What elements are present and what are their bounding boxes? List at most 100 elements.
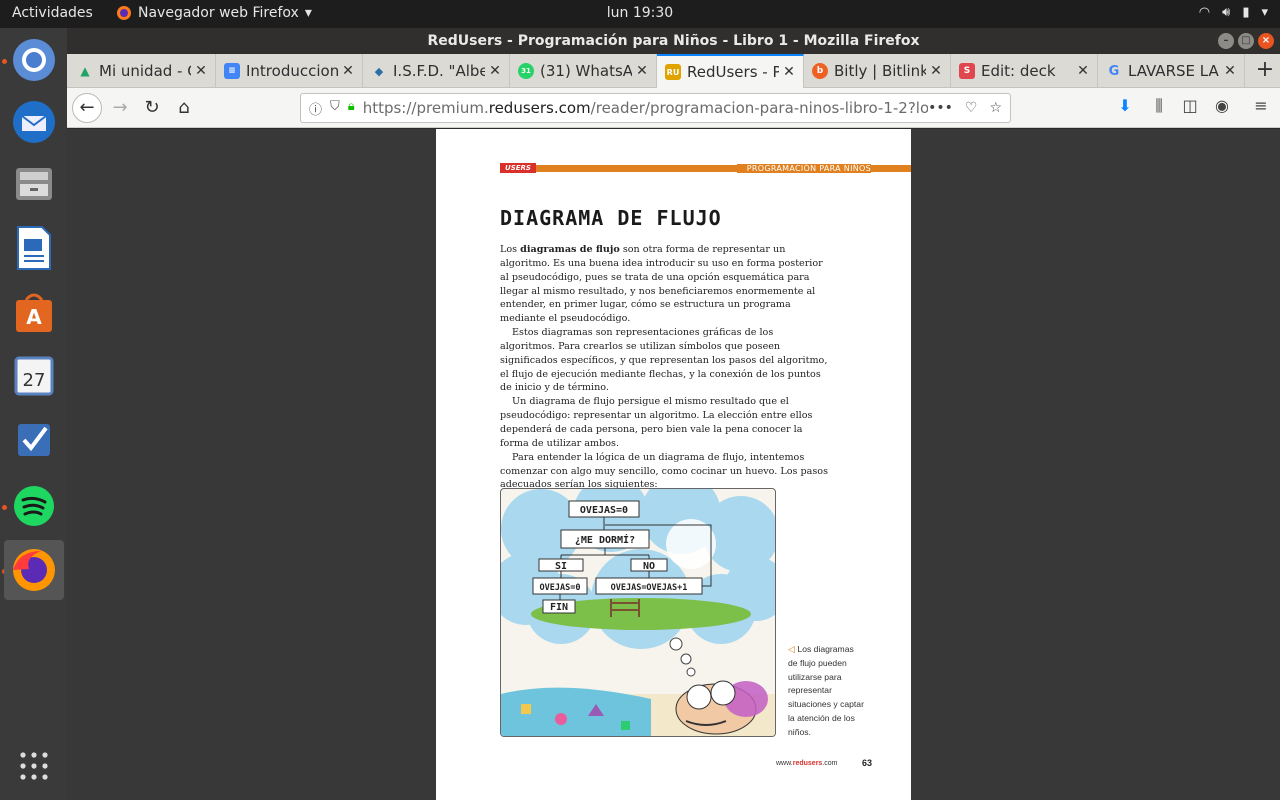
close-tab-icon[interactable]: ✕ — [779, 64, 799, 80]
downloads-icon[interactable]: ⬇ — [1113, 96, 1137, 115]
tracking-shield-icon[interactable]: ⛉ — [330, 99, 340, 118]
whatsapp-icon: 31 — [518, 63, 534, 79]
bookmark-star-icon[interactable]: ☆ — [989, 100, 1002, 116]
calendar-icon: 27 — [14, 356, 54, 396]
google-docs-icon: ≡ — [224, 63, 240, 79]
google-icon: G — [1108, 63, 1120, 79]
files-icon — [16, 168, 52, 200]
page-actions-icon[interactable]: ••• — [928, 100, 953, 116]
flowchart-cartoon: OVEJAS=0 ¿ME DORMÍ? SI NO OVEJAS=0 OVEJA… — [500, 488, 776, 737]
clock[interactable]: lun 19:30 — [607, 5, 673, 21]
info-icon[interactable]: ⓘ — [309, 99, 322, 118]
system-tray[interactable]: ◠ 🔊︎ ▮ ▾ — [1199, 5, 1268, 20]
reader-viewport[interactable]: USERS PROGRAMACIÓN PARA NIÑOS DIAGRAMA D… — [67, 129, 1280, 800]
close-window-button[interactable]: × — [1258, 33, 1274, 49]
svg-text:27: 27 — [23, 370, 46, 391]
cartoon-illustration: OVEJAS=0 ¿ME DORMÍ? SI NO OVEJAS=0 OVEJA… — [501, 489, 775, 736]
page-number: 63 — [862, 758, 873, 768]
sidebar-icon[interactable]: ◫ — [1178, 96, 1202, 115]
tab-edit-deck[interactable]: S Edit: deck ✕ — [951, 54, 1098, 88]
tab-label: Introduccion — [246, 62, 338, 80]
activities-button[interactable]: Actividades — [12, 5, 93, 21]
firefox-launcher[interactable] — [4, 540, 64, 600]
tasks-icon — [18, 424, 50, 456]
arrow-right-icon: → — [112, 97, 128, 118]
window-titlebar[interactable]: RedUsers - Programación para Niños - Lib… — [67, 28, 1280, 54]
library-icon[interactable]: ⫼ — [1147, 96, 1171, 116]
paragraph-1: Los diagramas de flujo son otra forma de… — [500, 243, 830, 326]
lock-icon[interactable]: 🔒︎ — [348, 99, 355, 118]
flow-yes: SI — [555, 561, 567, 572]
footer-url-suffix: .com — [822, 760, 838, 767]
minimize-button[interactable]: – — [1218, 33, 1234, 49]
home-button[interactable]: ⌂ — [169, 93, 199, 123]
forward-button[interactable]: → — [105, 93, 135, 123]
tab-redusers[interactable]: RU RedUsers - Pr ✕ — [657, 54, 804, 88]
book-page: USERS PROGRAMACIÓN PARA NIÑOS DIAGRAMA D… — [436, 129, 911, 800]
account-icon[interactable]: ◉ — [1210, 96, 1234, 115]
reload-icon: ↻ — [144, 97, 160, 118]
app-menu[interactable]: Navegador web Firefox ▾ — [116, 5, 312, 21]
tab-whatsapp[interactable]: 31 (31) WhatsApp ✕ — [510, 54, 657, 88]
new-tab-button[interactable]: + — [1252, 58, 1278, 84]
close-tab-icon[interactable]: ✕ — [338, 63, 358, 79]
software-launcher[interactable]: A — [4, 282, 64, 342]
writer-launcher[interactable] — [4, 218, 64, 278]
close-tab-icon[interactable]: ✕ — [632, 63, 652, 79]
show-applications-button[interactable] — [4, 736, 64, 796]
app-menu-label: Navegador web Firefox — [138, 5, 299, 21]
tab-label: RedUsers - Pr — [687, 63, 779, 81]
tab-bitly[interactable]: b Bitly | Bitlink ✕ — [804, 54, 951, 88]
close-tab-icon[interactable]: ✕ — [1073, 63, 1093, 79]
tab-label: (31) WhatsApp — [540, 62, 632, 80]
paragraph-2: Estos diagramas son representaciones grá… — [500, 327, 828, 394]
flow-no: NO — [643, 561, 655, 572]
close-tab-icon[interactable]: ✕ — [485, 63, 505, 79]
thunderbird-icon — [13, 101, 55, 143]
close-tab-icon[interactable]: ✕ — [1220, 63, 1240, 79]
hamburger-menu-icon[interactable]: ≡ — [1249, 96, 1273, 115]
tab-label: Edit: deck — [981, 62, 1056, 80]
slides-icon: S — [959, 63, 975, 79]
tab-lavarse[interactable]: G LAVARSE LA ✕ — [1098, 54, 1245, 88]
volume-icon[interactable]: 🔊︎ — [1222, 5, 1230, 20]
reload-button[interactable]: ↻ — [137, 93, 167, 123]
section-header: PROGRAMACIÓN PARA NIÑOS — [736, 164, 871, 173]
tab-label: LAVARSE LA — [1128, 62, 1219, 80]
url-text[interactable]: https://premium.redusers.com/reader/prog… — [363, 99, 928, 117]
chromium-icon — [13, 39, 55, 81]
spotify-launcher[interactable] — [4, 476, 64, 536]
window-title: RedUsers - Programación para Niños - Lib… — [427, 33, 920, 49]
url-bar[interactable]: ⓘ ⛉ 🔒︎ https://premium.redusers.com/read… — [300, 93, 1011, 123]
thunderbird-launcher[interactable] — [4, 92, 64, 152]
figure-caption: ◁ Los diagramas de flujo pueden utilizar… — [788, 643, 864, 740]
tab-introduccion[interactable]: ≡ Introduccion ✕ — [216, 54, 363, 88]
battery-icon[interactable]: ▮ — [1242, 5, 1249, 20]
home-icon: ⌂ — [178, 97, 190, 118]
flow-box-reset: OVEJAS=0 — [540, 583, 581, 593]
tab-label: Mi unidad - G — [99, 62, 191, 80]
wifi-icon[interactable]: ◠ — [1199, 5, 1210, 20]
tab-isfd[interactable]: ◆ I.S.F.D. "Albert ✕ — [363, 54, 510, 88]
bitly-icon: b — [812, 63, 828, 79]
maximize-button[interactable]: □ — [1238, 33, 1254, 49]
back-button[interactable]: ← — [72, 93, 102, 123]
isfd-icon: ◆ — [374, 64, 384, 78]
dock: A 27 — [0, 28, 67, 800]
chevron-down-icon[interactable]: ▾ — [1261, 5, 1268, 20]
firefox-icon — [13, 549, 55, 591]
close-tab-icon[interactable]: ✕ — [926, 63, 946, 79]
url-path: /reader/programacion-para-ninos-libro-1-… — [590, 99, 929, 117]
calendar-launcher[interactable]: 27 — [4, 346, 64, 406]
footer-url-prefix: www. — [776, 760, 793, 767]
files-launcher[interactable] — [4, 154, 64, 214]
software-center-icon: A — [16, 293, 52, 332]
tasks-launcher[interactable] — [4, 410, 64, 470]
chromium-launcher[interactable] — [4, 30, 64, 90]
footer-url: www.redusers.com — [776, 760, 837, 767]
libreoffice-writer-icon — [17, 226, 51, 270]
pocket-icon[interactable]: ♡ — [965, 100, 978, 116]
close-tab-icon[interactable]: ✕ — [191, 63, 211, 79]
tab-label: Bitly | Bitlink — [834, 62, 926, 80]
tab-mi-unidad[interactable]: ▲ Mi unidad - G ✕ — [69, 54, 216, 88]
